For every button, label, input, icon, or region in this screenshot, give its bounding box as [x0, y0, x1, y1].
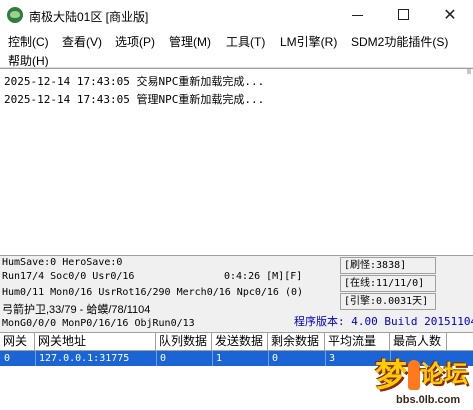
watermark-glyph: 梦 [374, 357, 407, 393]
log-line: 2025-12-14 17:43:05 管理NPC重新加载完成... [4, 93, 265, 106]
log-panel[interactable]: 2025-12-14 17:43:05 交易NPC重新加载完成... 2025-… [0, 68, 473, 256]
menu-sdm2-plugins[interactable]: SDM2功能插件(S) [351, 33, 448, 50]
cell-remaining: 0 [272, 353, 279, 364]
window-title: 南极大陆01区 [商业版] [29, 10, 149, 24]
run-status: Run17/4 Soc0/0 Usr0/16 [2, 271, 135, 282]
menu-options[interactable]: 选项(P) [115, 33, 155, 50]
scrollbar-thumb[interactable] [467, 69, 471, 74]
cell-queue: 0 [160, 353, 167, 364]
column-header-address[interactable]: 网关地址 [35, 333, 156, 351]
menu-lm-engine[interactable]: LM引擎(R) [280, 33, 337, 50]
monster-gen-status: MonG0/0/0 MonP0/16/16 ObjRun0/13 [2, 318, 195, 329]
watermark-forum-text: 论坛 [420, 361, 468, 388]
column-header-avg-traffic[interactable]: 平均流量 [325, 333, 390, 351]
maximize-button[interactable] [381, 0, 427, 30]
column-header-queue[interactable]: 队列数据 [156, 333, 212, 351]
online-count: [在线:11/11/0] [340, 275, 436, 292]
app-icon [7, 7, 23, 23]
menu-manage[interactable]: 管理(M) [169, 33, 211, 50]
column-header-sent[interactable]: 发送数据 [212, 333, 268, 351]
title-bar: 南极大陆01区 [商业版] ✕ [0, 0, 473, 30]
column-header-max-users[interactable]: 最高人数 [390, 333, 447, 351]
menu-view[interactable]: 查看(V) [62, 33, 102, 50]
version-label: 程序版本: 4.00 Build 20151104 [294, 315, 473, 328]
cell-avg-traffic: 3 [329, 353, 336, 364]
minimize-button[interactable] [335, 0, 381, 30]
status-panel: HumSave:0 HeroSave:0 Run17/4 Soc0/0 Usr0… [0, 256, 473, 332]
monster-status: 弓箭护卫,33/79 - 蛤蟆/78/1104 [2, 304, 151, 316]
close-button[interactable]: ✕ [427, 0, 473, 30]
engine-days: [引擎:0.0031天] [340, 293, 436, 310]
menu-bar: 控制(C) 查看(V) 选项(P) 管理(M) 工具(T) LM引擎(R) SD… [0, 30, 473, 68]
close-icon: ✕ [443, 5, 457, 24]
column-header-remaining[interactable]: 剩余数据 [268, 333, 325, 351]
uptime-timer: 0:4:26 [M][F] [224, 271, 303, 282]
menu-tools[interactable]: 工具(T) [226, 33, 265, 50]
menu-control[interactable]: 控制(C) [8, 33, 49, 50]
save-status: HumSave:0 HeroSave:0 [2, 257, 123, 268]
maximize-icon [398, 9, 409, 20]
log-line: 2025-12-14 17:43:05 交易NPC重新加载完成... [4, 75, 265, 88]
column-header-gateway[interactable]: 网关 [0, 333, 35, 351]
minimize-icon [352, 15, 363, 16]
object-status: Hum0/11 Mon0/16 UsrRot16/290 Merch0/16 N… [2, 287, 304, 298]
refresh-monster-count: [刷怪:3838] [340, 257, 436, 274]
carrot-icon [408, 360, 420, 390]
cell-address: 127.0.0.1:31775 [39, 353, 130, 364]
cell-sent: 1 [216, 353, 223, 364]
watermark-url: bbs.0lb.com [396, 394, 461, 406]
cell-gateway: 0 [4, 353, 11, 364]
forum-watermark-logo: 梦 论坛 bbs.0lb.com [372, 352, 473, 410]
column-header-filler [447, 333, 473, 351]
